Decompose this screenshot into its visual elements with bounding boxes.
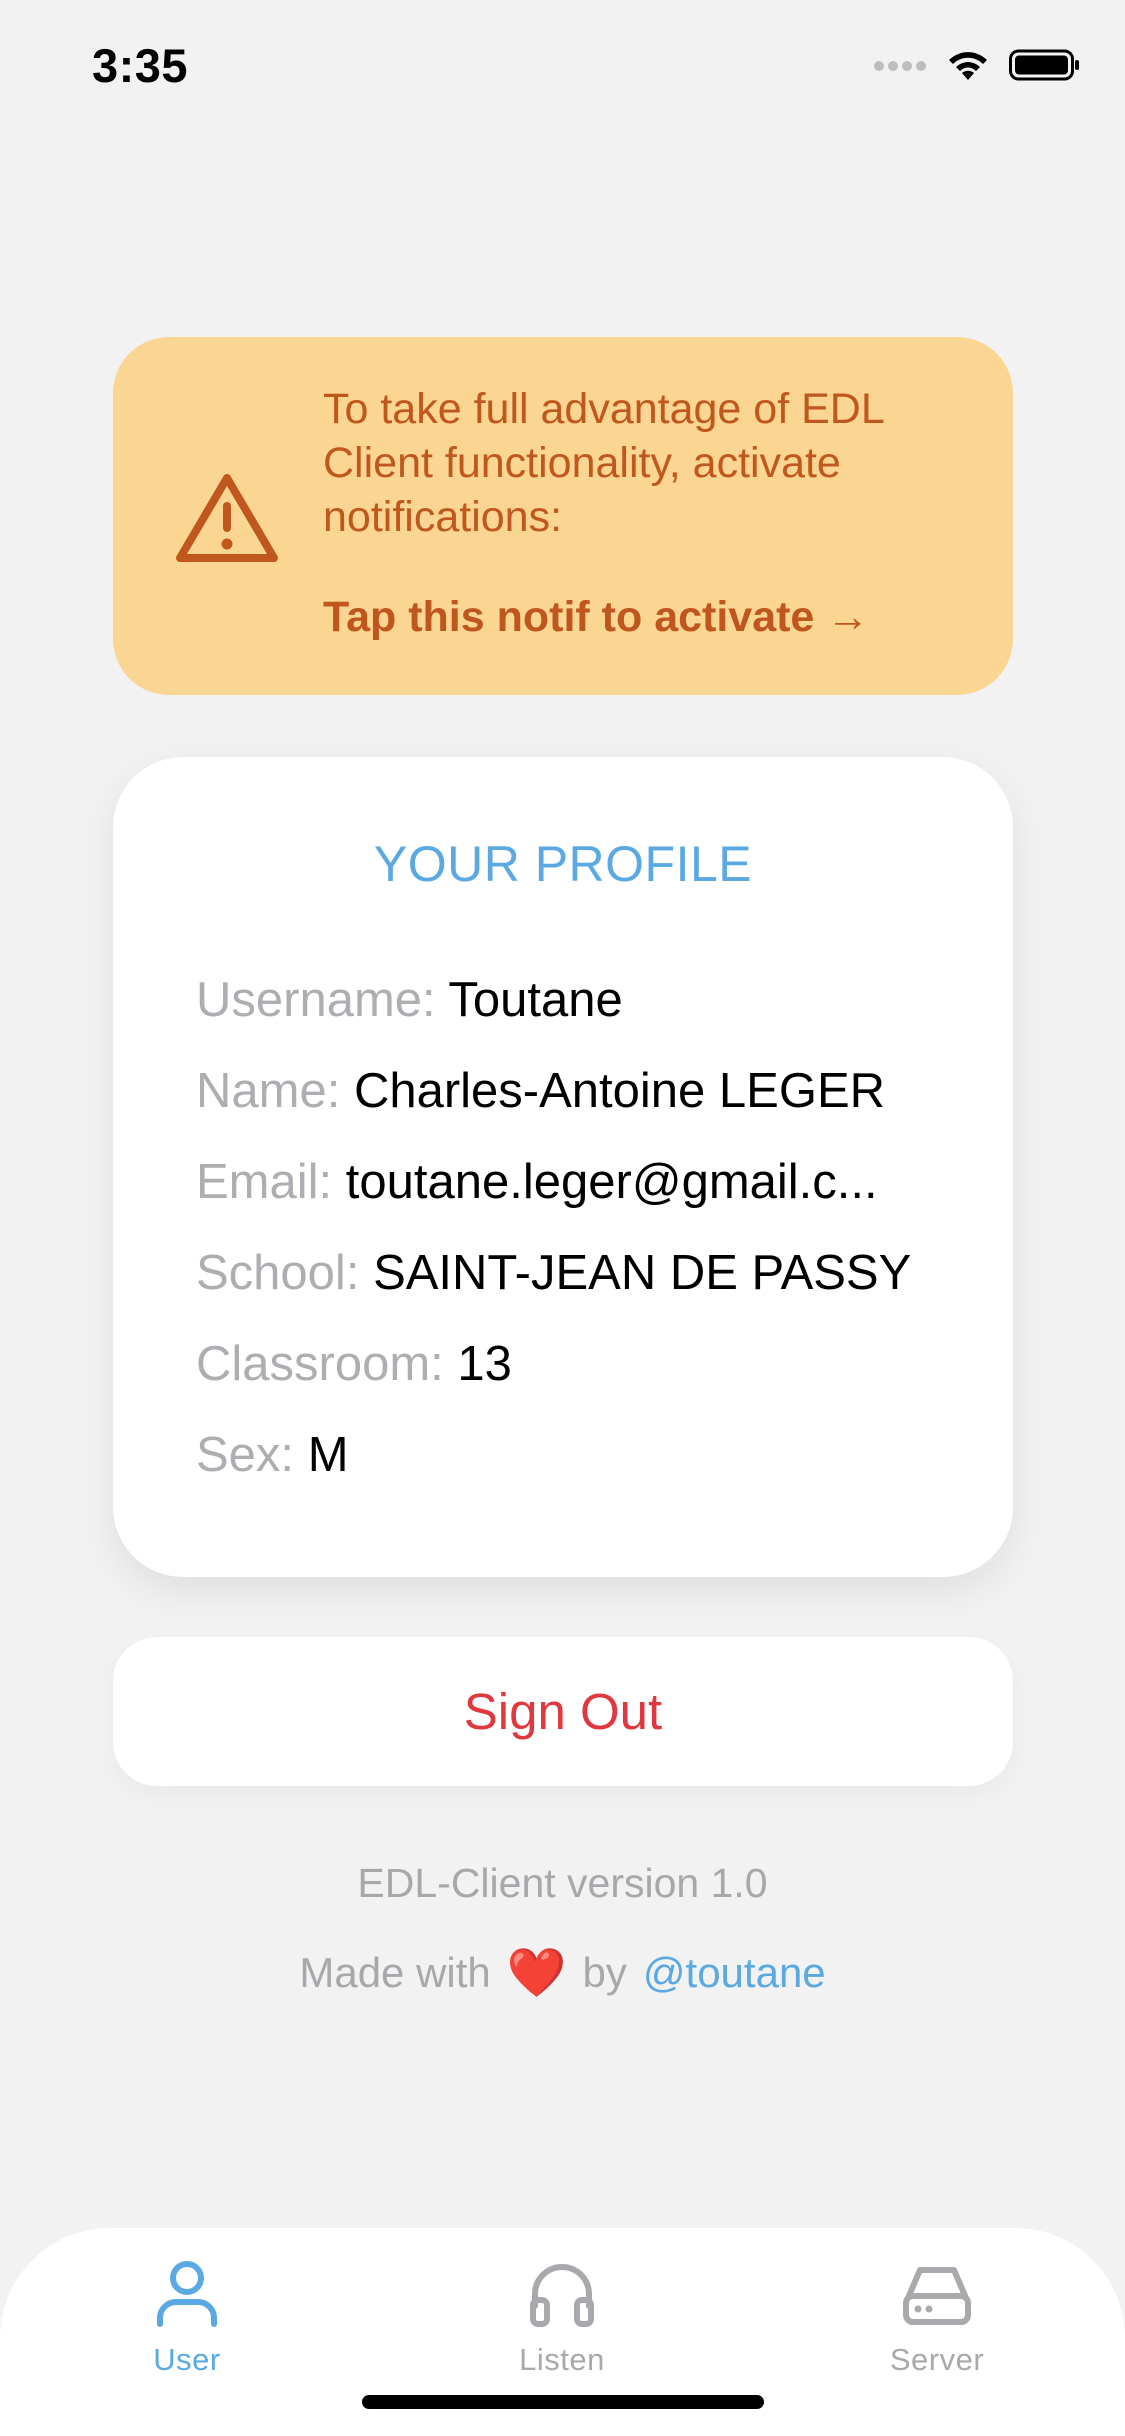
tab-user[interactable]: User [87, 2258, 287, 2408]
profile-label: Name: [196, 1064, 341, 1118]
warning-triangle-icon [176, 474, 278, 562]
user-icon [157, 2261, 217, 2327]
tab-label: User [153, 2342, 221, 2377]
by-text: by [582, 1948, 627, 1996]
tab-label: Server [889, 2342, 985, 2377]
sign-out-button[interactable]: Sign Out [113, 1637, 1013, 1786]
profile-row-classroom: Classroom: 13 [196, 1319, 996, 1410]
profile-row-name: Name: Charles-Antoine LEGER [196, 1046, 996, 1137]
profile-title: YOUR PROFILE [373, 836, 753, 892]
server-icon [903, 2267, 971, 2325]
made-with-text: Made with [299, 1948, 491, 1996]
profile-row-sex: Sex: M [196, 1410, 996, 1501]
profile-row-school: School: SAINT-JEAN DE PASSY [196, 1228, 996, 1319]
notification-activate-link[interactable]: Tap this notif to activate → [323, 593, 869, 642]
version-text: EDL-Client version 1.0 [357, 1860, 768, 1906]
profile-label: Classroom: [196, 1337, 444, 1391]
profile-value: 13 [457, 1337, 512, 1391]
profile-label: Sex: [196, 1428, 295, 1482]
notification-message: To take full advantage of EDL Client fun… [323, 385, 884, 541]
notification-banner[interactable]: To take full advantage of EDL Client fun… [113, 337, 1013, 695]
wifi-icon [949, 52, 987, 80]
tab-listen[interactable]: Listen [462, 2258, 662, 2408]
home-indicator[interactable] [362, 2395, 764, 2409]
cellular-signal-icon [874, 61, 926, 71]
battery-icon [1009, 49, 1079, 81]
status-icons [873, 48, 1081, 82]
headphones-icon [530, 2264, 594, 2327]
made-with-line: Made with ❤️ by @toutane [0, 1944, 1125, 2001]
profile-value: M [307, 1428, 349, 1482]
profile-label: Email: [196, 1155, 333, 1209]
tab-server[interactable]: Server [837, 2258, 1037, 2408]
profile-label: School: [196, 1246, 360, 1300]
author-link[interactable]: @toutane [643, 1949, 826, 1997]
profile-details: Username: Toutane Name: Charles-Antoine … [196, 955, 996, 1501]
profile-value: Charles-Antoine LEGER [353, 1064, 886, 1118]
profile-value: Toutane [448, 973, 623, 1027]
profile-row-email: Email: toutane.leger@gmail.c... [196, 1137, 996, 1228]
profile-row-username: Username: Toutane [196, 955, 996, 1046]
profile-card: YOUR PROFILE Username: Toutane Name: Cha… [113, 757, 1013, 1577]
status-time: 3:35 [92, 39, 189, 92]
profile-label: Username: [196, 973, 436, 1027]
tab-label: Listen [519, 2342, 605, 2377]
profile-value: SAINT-JEAN DE PASSY [373, 1246, 912, 1300]
status-bar: 3:35 [0, 0, 1125, 140]
profile-value: toutane.leger@gmail.c... [345, 1155, 878, 1209]
heart-icon: ❤️ [506, 1947, 567, 2000]
